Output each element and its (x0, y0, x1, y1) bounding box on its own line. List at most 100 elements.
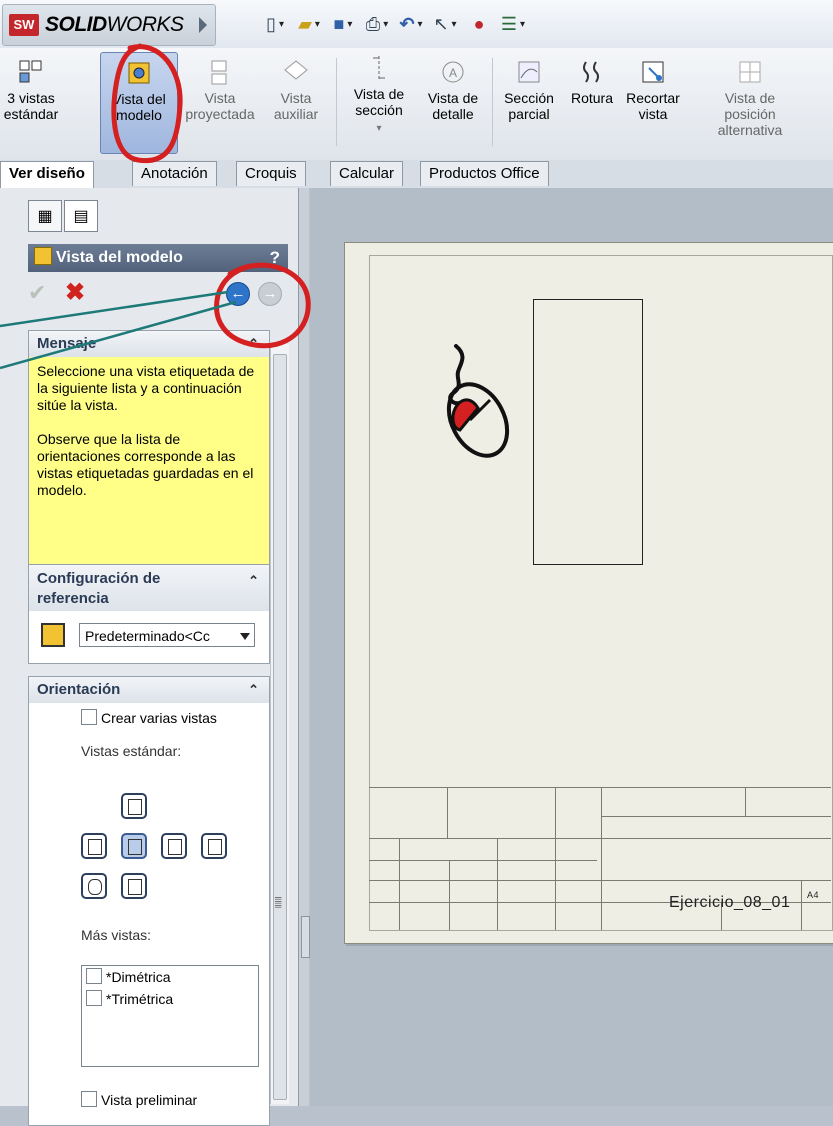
open-button[interactable]: ▰ ▾ (292, 10, 326, 38)
break-icon (583, 61, 599, 83)
select-button[interactable]: ↖ ▾ (428, 10, 462, 38)
checkbox-box[interactable] (86, 968, 102, 984)
property-manager-panel: ▦ ▤ Vista del modelo ? ✔ ✖ ← → Mensaje ⌃ … (0, 188, 299, 1126)
right-view-button[interactable] (121, 833, 147, 859)
help-button[interactable]: ? (270, 244, 280, 272)
solidworks-logo-text: SOLIDWORKS (45, 13, 184, 36)
crop-view-button[interactable]: Recortar vista (620, 52, 686, 152)
list-item[interactable]: *Dimétrica (82, 966, 258, 988)
title-block-line (601, 816, 831, 817)
dropdown-arrow-icon (240, 633, 250, 640)
tab-view-layout[interactable]: Ver diseño (0, 161, 94, 188)
solidworks-menu-button[interactable]: SW SOLIDWORKS (2, 4, 216, 46)
section-view-icon (373, 56, 385, 80)
view-preview-rectangle[interactable] (533, 299, 643, 565)
sheet-size-label: A4 (807, 890, 820, 900)
dropdown-arrow-icon: ▾ (314, 18, 320, 30)
tab-annotation[interactable]: Anotación (132, 161, 217, 186)
left-view-button[interactable] (161, 833, 187, 859)
title-block-line (497, 838, 498, 930)
collapse-chevron-icon[interactable]: ⌃ (248, 677, 259, 703)
alternate-position-view-button[interactable]: Vista de posición alternativa (700, 52, 800, 152)
list-item[interactable]: *Trimétrica (82, 988, 258, 1010)
collapse-chevron-icon[interactable]: ⌃ (248, 571, 259, 591)
tab-sketch[interactable]: Croquis (236, 161, 306, 186)
print-button[interactable]: ⎙ ▾ (360, 10, 394, 38)
options-list-icon: ☰ (500, 13, 518, 34)
menu-arrow-icon (199, 17, 207, 33)
panel-scrollbar[interactable]: ═ ═ ═ (270, 344, 289, 1104)
top-view-icon (128, 799, 142, 815)
create-multiple-views-checkbox[interactable]: Crear varias vistas (81, 709, 217, 726)
reference-configuration-header[interactable]: Configuración de referencia ⌃ (29, 565, 269, 611)
button-label: Vista (204, 90, 236, 106)
printer-icon: ⎙ (365, 13, 381, 34)
detail-view-button[interactable]: A Vista de detalle (418, 52, 488, 152)
back-arrow-button[interactable]: ← (226, 282, 250, 306)
scrollbar-thumb[interactable] (273, 354, 287, 1100)
button-label: Rotura (570, 90, 614, 106)
section-title: referencia (37, 590, 109, 607)
feature-manager-tab[interactable]: ▦ (28, 200, 62, 232)
options-button[interactable]: ☰ ▾ (496, 10, 530, 38)
save-button[interactable]: ■ ▾ (326, 10, 360, 38)
projected-view-button[interactable]: Vista proyectada (180, 52, 260, 152)
title-block-line (399, 838, 400, 930)
auxiliary-view-button[interactable]: Vista auxiliar (266, 52, 326, 152)
more-views-list: *Dimétrica *Trimétrica (81, 965, 259, 1067)
collapse-chevron-icon[interactable]: ⌃ (248, 331, 259, 357)
dropdown-arrow-icon: ▾ (417, 18, 423, 30)
left-view-icon (168, 839, 182, 855)
button-label: estándar (3, 106, 59, 122)
drawing-sheet[interactable]: Ejercicio_08_01 A4 (344, 242, 833, 944)
button-label: auxiliar (273, 106, 319, 122)
panel-splitter[interactable] (299, 188, 310, 1106)
model-view-button[interactable]: Vista del modelo (100, 52, 178, 154)
orientation-header[interactable]: Orientación ⌃ (29, 677, 269, 703)
splitter-handle[interactable] (301, 916, 310, 958)
action-row: ✔ ✖ ← → (28, 278, 288, 312)
preview-checkbox[interactable]: Vista preliminar (81, 1091, 197, 1108)
tab-office-products[interactable]: Productos Office (420, 161, 549, 186)
cancel-x-icon[interactable]: ✖ (65, 278, 85, 307)
projected-view-icon (211, 60, 227, 85)
ribbon-separator (336, 58, 337, 146)
property-manager-tab[interactable]: ▤ (64, 200, 98, 232)
crop-view-icon (642, 61, 664, 83)
message-body: Seleccione una vista etiquetada de la si… (29, 357, 269, 577)
new-document-icon: ▯ (266, 13, 276, 34)
checkbox-box[interactable] (81, 1091, 97, 1107)
message-text: Observe que la lista de orientaciones co… (37, 431, 254, 498)
message-header[interactable]: Mensaje ⌃ (29, 331, 269, 357)
open-folder-icon: ▰ (298, 13, 312, 34)
dropdown-arrow-icon: ▾ (451, 18, 457, 30)
rebuild-button[interactable]: ● (462, 10, 496, 38)
next-arrow-button[interactable]: → (258, 282, 282, 306)
feature-tree-icon: ▦ (37, 208, 53, 225)
ok-check-icon[interactable]: ✔ (28, 280, 46, 306)
drawing-canvas[interactable]: Ejercicio_08_01 A4 (310, 188, 833, 1106)
section-view-button[interactable]: Vista de sección ▾ (344, 52, 414, 152)
break-button[interactable]: Rotura (566, 52, 618, 152)
title-block-line (447, 788, 448, 838)
configuration-select[interactable]: Predeterminado<Cc (79, 623, 255, 647)
standard-3-views-button[interactable]: 3 vistas estándar (2, 52, 60, 152)
button-label: Vista de (427, 90, 479, 106)
new-document-button[interactable]: ▯ ▾ (258, 10, 292, 38)
isometric-view-button[interactable] (81, 873, 107, 899)
button-label: Recortar (626, 90, 680, 106)
undo-button[interactable]: ↶ ▾ (394, 10, 428, 38)
front-view-button[interactable] (81, 833, 107, 859)
button-label: 3 vistas (7, 90, 55, 106)
checkbox-box[interactable] (81, 709, 97, 725)
section-title: Configuración de (37, 570, 161, 587)
checkbox-box[interactable] (86, 990, 102, 1006)
back-view-button[interactable] (201, 833, 227, 859)
bottom-view-button[interactable] (121, 873, 147, 899)
button-label: detalle (432, 106, 474, 122)
top-view-button[interactable] (121, 793, 147, 819)
panel-tabs: ▦ ▤ (28, 200, 100, 232)
tab-evaluate[interactable]: Calcular (330, 161, 404, 186)
broken-out-section-button[interactable]: Sección parcial (496, 52, 562, 152)
dropdown-arrow-icon: ▾ (376, 123, 382, 134)
